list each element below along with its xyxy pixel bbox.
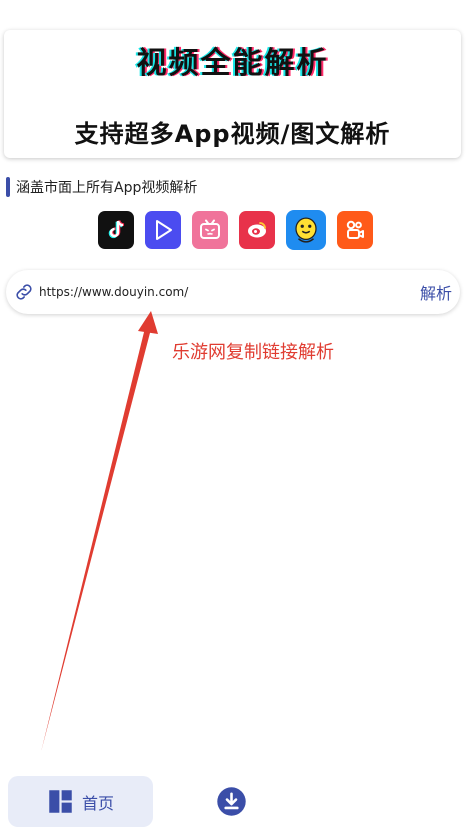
tiktok-icon[interactable] bbox=[98, 211, 134, 249]
nav-home-label: 首页 bbox=[81, 793, 114, 813]
banner-title: 视频全能解析 bbox=[136, 46, 329, 81]
platform-icon-row bbox=[98, 210, 373, 250]
kuaishou-camera-icon[interactable] bbox=[337, 211, 373, 249]
url-input[interactable] bbox=[39, 285, 420, 299]
bottom-navigation: 首页 bbox=[0, 770, 466, 836]
header-banner: 视频全能解析 支持超多App视频/图文解析 bbox=[4, 30, 461, 158]
qq-penguin-icon[interactable] bbox=[286, 210, 326, 250]
parse-button[interactable]: 解析 bbox=[420, 280, 452, 304]
section-heading-text: 涵盖市面上所有App视频解析 bbox=[16, 180, 198, 196]
dashboard-icon bbox=[49, 790, 72, 813]
download-icon[interactable] bbox=[216, 786, 247, 817]
weibo-eye-icon[interactable] bbox=[239, 211, 275, 249]
nav-home-tab[interactable]: 首页 bbox=[8, 776, 153, 827]
bilibili-tv-icon[interactable] bbox=[192, 211, 228, 249]
url-search-box: 解析 bbox=[6, 270, 460, 314]
banner-subtitle: 支持超多App视频/图文解析 bbox=[74, 120, 391, 148]
section-accent-bar bbox=[6, 177, 10, 197]
section-heading: 涵盖市面上所有App视频解析 bbox=[6, 176, 197, 198]
annotation-text: 乐游网复制链接解析 bbox=[172, 342, 334, 363]
link-icon bbox=[16, 284, 32, 300]
play-triangle-icon[interactable] bbox=[145, 211, 181, 249]
